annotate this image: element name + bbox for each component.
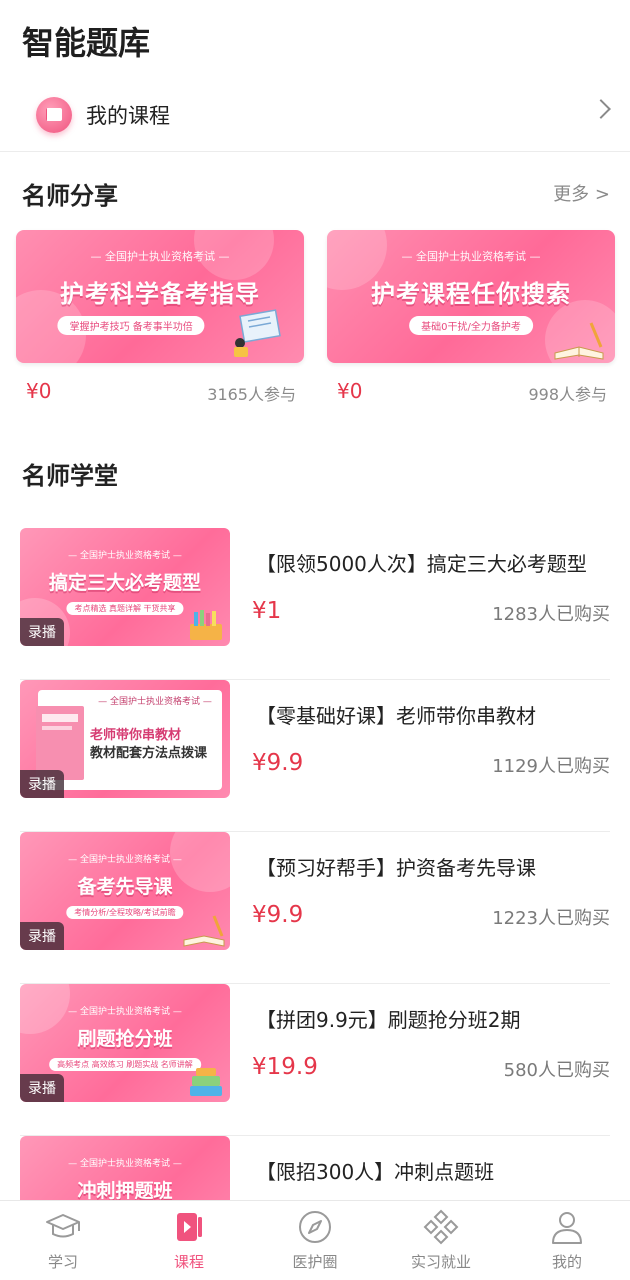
my-course-label: 我的课程	[86, 103, 170, 128]
thumb-top-text: — 全国护士执业资格考试 —	[68, 1007, 182, 1017]
tab-courses[interactable]: 课程	[126, 1201, 252, 1280]
book-icon	[36, 96, 72, 133]
book-stack-icon	[190, 610, 222, 640]
recorded-badge: 录播	[20, 922, 64, 950]
share-banner: — 全国护士执业资格考试 — 护考科学备考指导 掌握护考技巧 备考事半功倍	[16, 230, 304, 363]
course-thumbnail: — 全国护士执业资格考试 — 老师带你串教材 教材配套方法点拨课 录播	[20, 680, 230, 798]
recorded-badge: 录播	[20, 618, 64, 646]
course-title: 【限招300人】冲刺点题班	[256, 1160, 495, 1184]
tab-label: 实习就业	[410, 1253, 471, 1271]
tab-label: 课程	[173, 1253, 204, 1271]
thumb-top-text: — 全国护士执业资格考试 —	[68, 551, 182, 561]
more-link[interactable]: 更多 >	[553, 180, 610, 206]
course-price: ¥9.9	[252, 902, 304, 928]
share-section-title: 名师分享	[22, 182, 118, 210]
thumb-top-text: — 全国护士执业资格考试 —	[68, 855, 182, 865]
thumb-title: 刷题抢分班	[77, 1028, 173, 1050]
thumb-title: 冲刺押题班	[77, 1180, 173, 1202]
share-price: ¥0	[337, 379, 363, 403]
thumb-title: 备考先导课	[77, 876, 173, 898]
thumb-top-text: — 全国护士执业资格考试 —	[98, 697, 212, 707]
course-item[interactable]: — 全国护士执业资格考试 — 老师带你串教材 教材配套方法点拨课 录播 【零基础…	[20, 680, 610, 832]
course-title: 【拼团9.9元】刷题抢分班2期	[256, 1008, 521, 1032]
banner-subtitle: 基础0干扰/全力备护考	[409, 316, 533, 335]
course-sold-count: 1129人已购买	[492, 756, 610, 777]
thumb-title: 搞定三大必考题型	[48, 572, 201, 594]
course-price: ¥19.9	[252, 1054, 318, 1080]
course-price: ¥9.9	[252, 750, 304, 776]
thumb-subtitle: 考点精选 真题详解 干货共享	[66, 602, 184, 615]
course-sold-count: 580人已购买	[503, 1060, 610, 1081]
compass-icon	[299, 1211, 331, 1243]
tab-mine[interactable]: 我的	[504, 1201, 630, 1280]
course-thumbnail: — 全国护士执业资格考试 — 备考先导课 考情分析/全程攻略/考试前瞻 录播	[20, 832, 230, 950]
thumb-title: 老师带你串教材	[90, 728, 182, 743]
course-thumbnail: — 全国护士执业资格考试 — 刷题抢分班 高频考点 高效练习 刷题实战 名师讲解…	[20, 984, 230, 1102]
course-item[interactable]: — 全国护士执业资格考试 — 刷题抢分班 高频考点 高效练习 刷题实战 名师讲解…	[20, 984, 610, 1136]
tab-label: 医护圈	[292, 1253, 338, 1271]
tab-medical-circle[interactable]: 医护圈	[252, 1201, 378, 1280]
user-icon	[552, 1212, 582, 1244]
book-pen-icon	[183, 915, 225, 947]
chevron-right-icon	[591, 99, 611, 119]
board-illustration-icon	[234, 309, 281, 357]
tab-label: 学习	[47, 1253, 78, 1271]
share-count: 3165人参与	[207, 385, 296, 404]
course-sold-count: 1283人已购买	[492, 604, 610, 625]
course-title: 【预习好帮手】护资备考先导课	[256, 856, 536, 880]
banner-title: 护考课程任你搜索	[371, 280, 571, 308]
thumb-top-text: — 全国护士执业资格考试 —	[68, 1159, 182, 1169]
share-price: ¥0	[26, 379, 52, 403]
share-card[interactable]: — 全国护士执业资格考试 — 护考科学备考指导 掌握护考技巧 备考事半功倍 ¥0…	[16, 230, 304, 419]
banner-title: 护考科学备考指导	[60, 280, 260, 308]
share-banner: — 全国护士执业资格考试 — 护考课程任你搜索 基础0干扰/全力备护考	[327, 230, 615, 363]
share-count: 998人参与	[528, 385, 607, 404]
course-title: 【限领5000人次】搞定三大必考题型	[256, 552, 587, 576]
course-thumbnail: — 全国护士执业资格考试 — 搞定三大必考题型 考点精选 真题详解 干货共享 录…	[20, 528, 230, 646]
share-card[interactable]: — 全国护士执业资格考试 — 护考课程任你搜索 基础0干扰/全力备护考 ¥0 9…	[327, 230, 615, 419]
banner-top-text: — 全国护士执业资格考试 —	[90, 250, 230, 263]
course-title: 【零基础好课】老师带你串教材	[256, 704, 536, 728]
banner-top-text: — 全国护士执业资格考试 —	[401, 250, 541, 263]
tab-study[interactable]: 学习	[0, 1201, 126, 1280]
bottom-tab-bar: 学习 课程 医护圈 实习就业 我的	[0, 1200, 630, 1280]
thumb-subtitle: 教材配套方法点拨课	[90, 746, 208, 761]
book-pen-icon	[554, 322, 604, 360]
my-course-row[interactable]: 我的课程	[0, 78, 630, 152]
recorded-badge: 录播	[20, 770, 64, 798]
tab-label: 我的	[551, 1253, 582, 1271]
page-title: 智能题库	[22, 24, 151, 62]
academy-section-title: 名师学堂	[22, 462, 118, 490]
thumb-subtitle: 高频考点 高效练习 刷题实战 名师讲解	[49, 1058, 201, 1071]
course-sold-count: 1223人已购买	[492, 908, 610, 929]
course-item[interactable]: — 全国护士执业资格考试 — 备考先导课 考情分析/全程攻略/考试前瞻 录播 【…	[20, 832, 610, 984]
course-item[interactable]: — 全国护士执业资格考试 — 搞定三大必考题型 考点精选 真题详解 干货共享 录…	[20, 528, 610, 680]
recorded-badge: 录播	[20, 1074, 64, 1102]
tab-internship[interactable]: 实习就业	[378, 1201, 504, 1280]
graduation-cap-icon	[46, 1214, 80, 1238]
books-icon	[190, 1068, 222, 1096]
course-icon	[177, 1213, 202, 1241]
internship-icon	[423, 1209, 459, 1245]
banner-subtitle: 掌握护考技巧 备考事半功倍	[57, 316, 205, 335]
course-price: ¥1	[252, 598, 282, 624]
thumb-subtitle: 考情分析/全程攻略/考试前瞻	[66, 906, 184, 919]
